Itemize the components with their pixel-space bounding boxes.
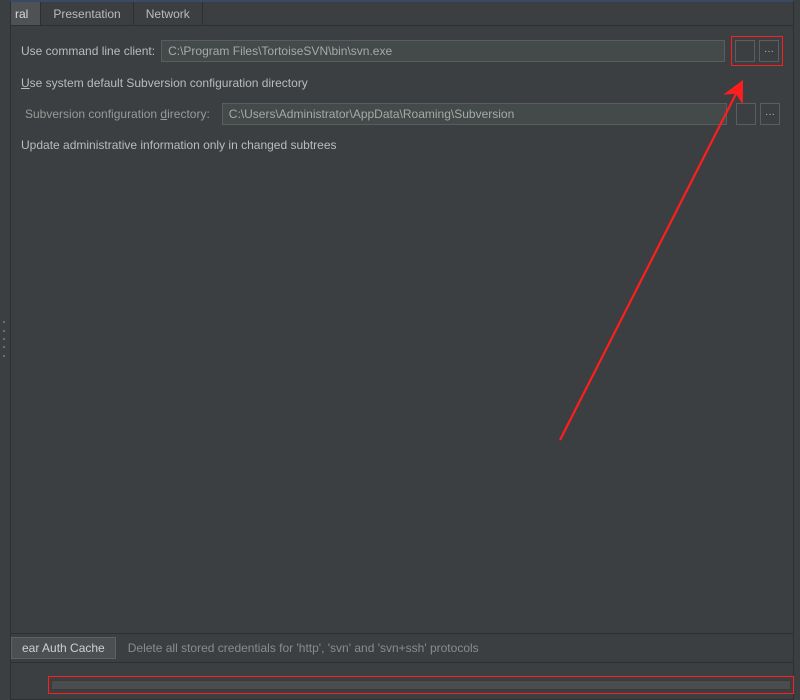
clear-auth-cache-description: Delete all stored credentials for 'http'… — [128, 641, 479, 655]
row-command-line-client: Use command line client: C:\Program File… — [21, 36, 783, 66]
svn-exe-dropdown-button[interactable] — [735, 40, 755, 62]
horizontal-scrollbar[interactable] — [51, 680, 791, 690]
resize-handle[interactable] — [0, 318, 8, 360]
use-system-default-label[interactable]: Use system default Subversion configurat… — [21, 76, 783, 90]
config-directory-label: Subversion configuration directory: — [25, 107, 210, 121]
tab-network[interactable]: Network — [134, 2, 203, 25]
settings-panel: ral Presentation Network Use command lin… — [10, 0, 794, 700]
tab-presentation[interactable]: Presentation — [41, 2, 133, 25]
bottom-scrollbar-highlight — [48, 676, 794, 694]
svn-exe-path-field[interactable]: C:\Program Files\TortoiseSVN\bin\svn.exe — [161, 40, 725, 62]
tabbar: ral Presentation Network — [11, 2, 793, 26]
update-admin-label[interactable]: Update administrative information only i… — [21, 138, 783, 152]
svn-exe-browse-button[interactable]: ··· — [759, 40, 779, 62]
tab-content-general: Use command line client: C:\Program File… — [11, 26, 793, 170]
svn-exe-browse-group: ··· — [731, 36, 783, 66]
auth-cache-bar: ear Auth Cache Delete all stored credent… — [11, 633, 793, 663]
row-config-directory: Subversion configuration directory: C:\U… — [25, 100, 783, 128]
use-system-default-text: se system default Subversion configurati… — [30, 76, 308, 90]
use-command-line-label[interactable]: Use command line client: — [21, 44, 155, 58]
svn-config-browse-button[interactable]: ··· — [760, 103, 780, 125]
svn-config-browse-group: ··· — [733, 100, 783, 128]
svn-config-dir-field[interactable]: C:\Users\Administrator\AppData\Roaming\S… — [222, 103, 727, 125]
tab-general[interactable]: ral — [11, 2, 41, 25]
mnemonic-u: U — [21, 76, 30, 90]
clear-auth-cache-button[interactable]: ear Auth Cache — [11, 637, 116, 659]
svn-config-dropdown-button[interactable] — [736, 103, 756, 125]
